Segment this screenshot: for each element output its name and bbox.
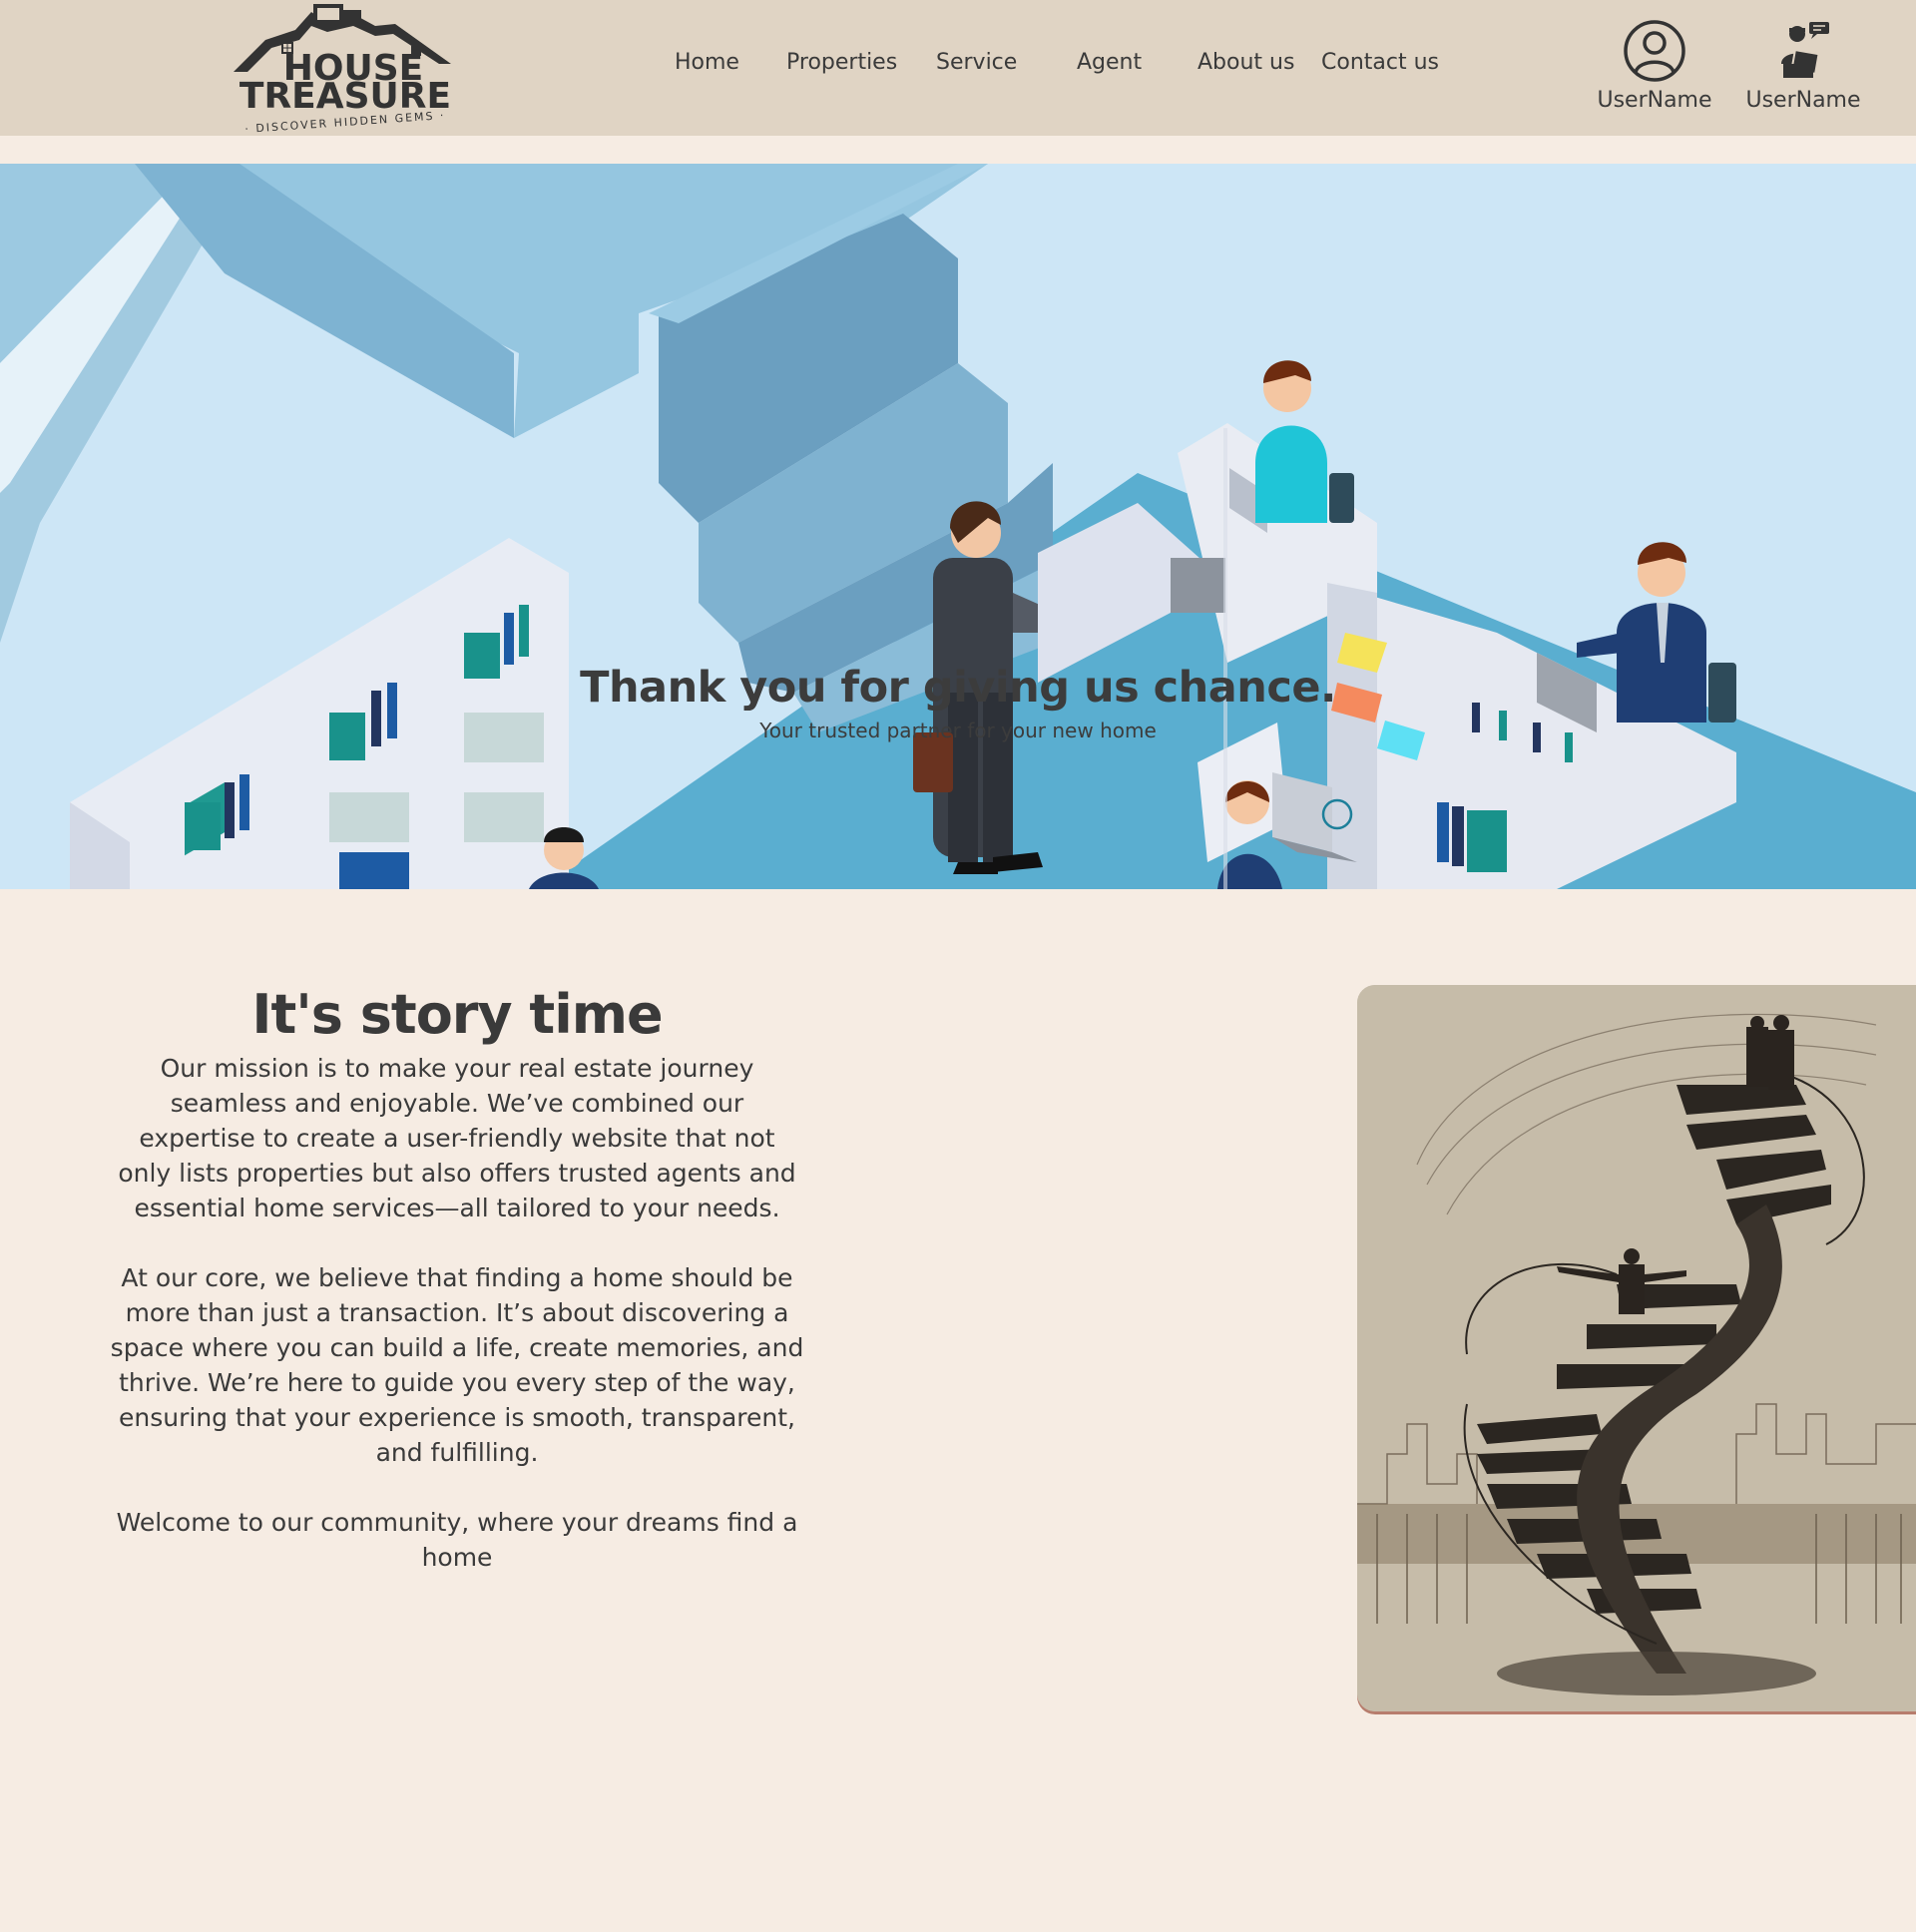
nav-home[interactable]: Home <box>675 50 739 75</box>
hero-subtitle: Your trusted partner for your new home <box>759 719 1157 742</box>
story-paragraph-welcome: Welcome to our community, where your dre… <box>116 1508 798 1572</box>
site-header: HOUSE TREASURE · DISCOVER HIDDEN GEMS · … <box>0 0 1916 136</box>
story-paragraph-core: At our core, we believe that finding a h… <box>110 1263 804 1467</box>
nav-properties[interactable]: Properties <box>786 50 897 75</box>
agent-profile-link[interactable]: UserName <box>1738 18 1868 128</box>
user-profile-link[interactable]: UserName <box>1590 18 1719 128</box>
story-section: It's story time Our mission is to make y… <box>110 983 804 1610</box>
hero-title: Thank you for giving us chance. <box>580 663 1336 713</box>
spiral-staircase-illustration <box>1357 985 1916 1711</box>
story-heading: It's story time <box>251 983 663 1046</box>
nav-service[interactable]: Service <box>936 50 1017 75</box>
house-treasure-logo[interactable]: HOUSE TREASURE · DISCOVER HIDDEN GEMS · <box>226 0 461 134</box>
story-paragraph-mission: Our mission is to make your real estate … <box>118 1054 796 1222</box>
hero-banner: Thank you for giving us chance. Your tru… <box>0 164 1916 889</box>
user-name-label: UserName <box>1597 88 1712 113</box>
office-illustration <box>0 164 1916 889</box>
agent-name-label: UserName <box>1745 88 1861 113</box>
logo-graphic: HOUSE TREASURE · DISCOVER HIDDEN GEMS · <box>234 4 451 134</box>
agent-chat-icon <box>1781 22 1829 78</box>
staircase-sketch <box>1357 985 1916 1711</box>
nav-about-us[interactable]: About us <box>1198 50 1294 75</box>
user-circle-icon <box>1624 20 1685 82</box>
nav-agent[interactable]: Agent <box>1077 50 1142 75</box>
nav-contact-us[interactable]: Contact us <box>1321 50 1439 75</box>
